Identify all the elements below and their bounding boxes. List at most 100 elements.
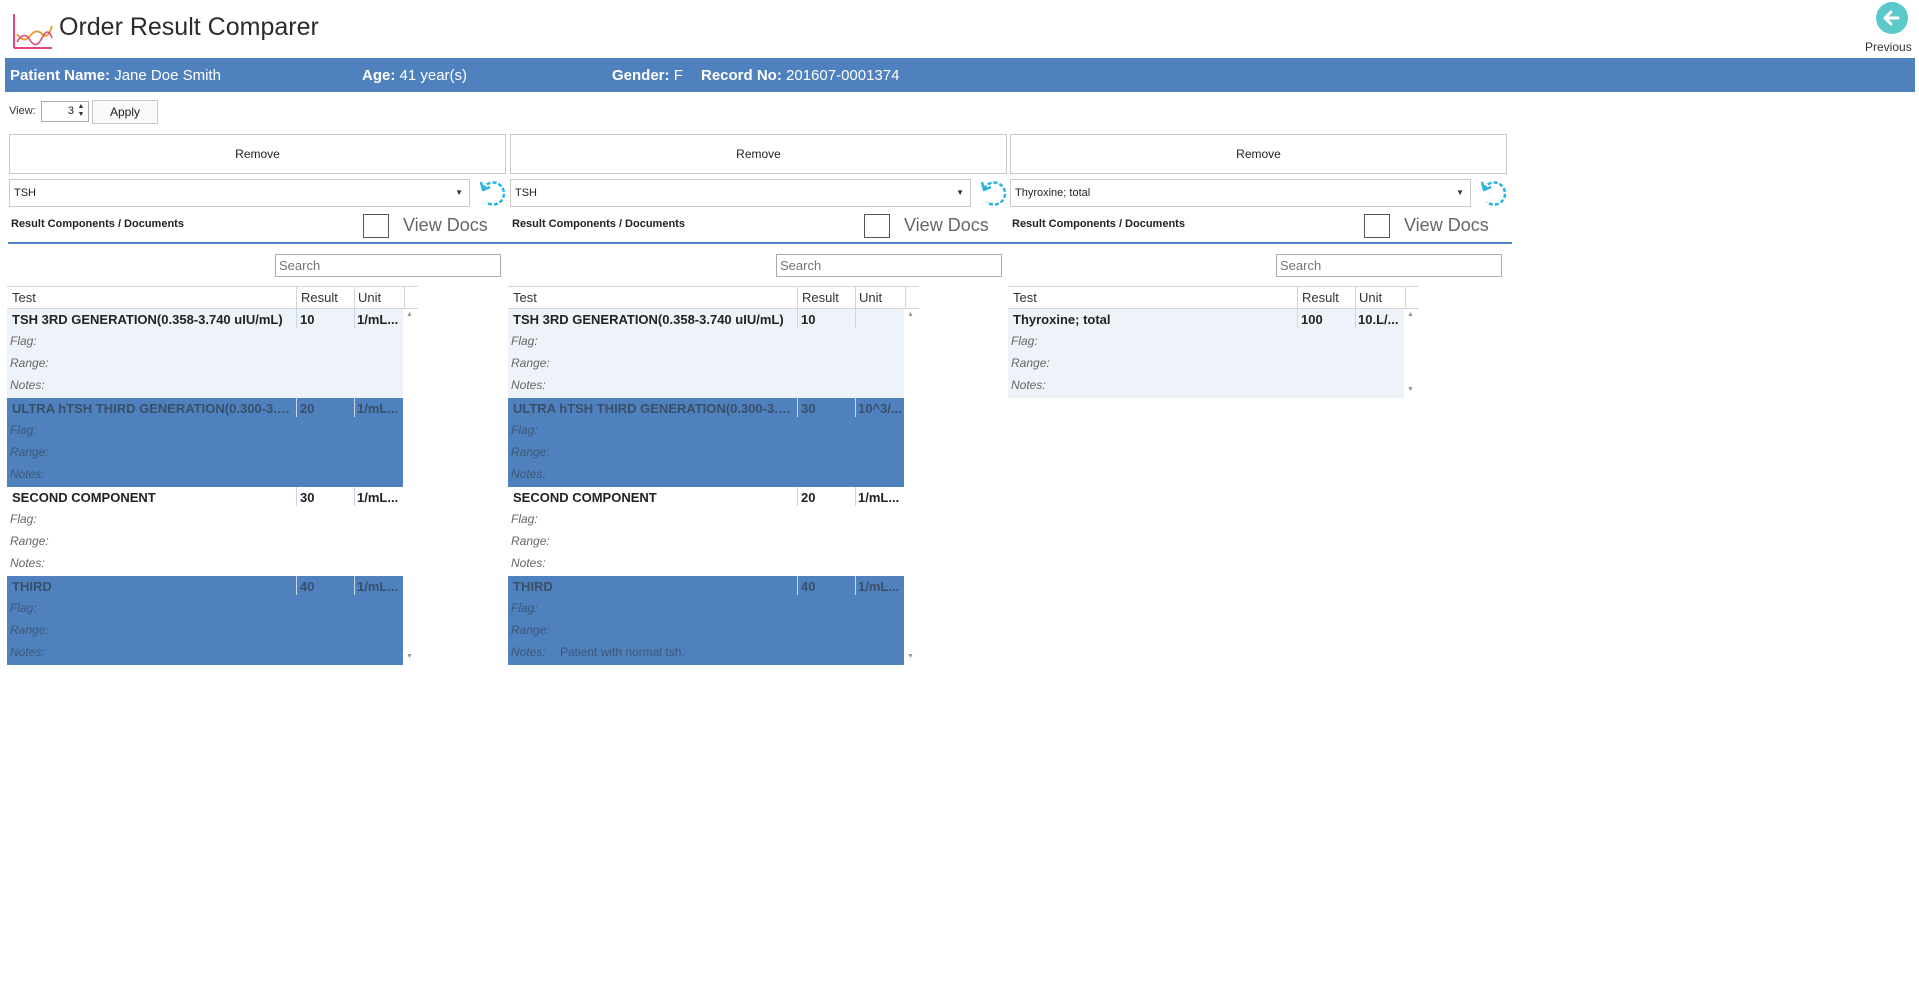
- result-test-name: ULTRA hTSH THIRD GENERATION(0.300-3.000 …: [513, 401, 793, 416]
- scroll-up-icon[interactable]: ▲: [907, 311, 914, 318]
- cell-divider: [855, 576, 856, 595]
- result-test-name: THIRD: [12, 579, 52, 594]
- cell-divider: [797, 576, 798, 595]
- scroll-down-icon[interactable]: ▼: [1407, 386, 1414, 393]
- header-test[interactable]: Test: [1013, 290, 1037, 305]
- dropdown-arrow-icon[interactable]: ▼: [455, 180, 463, 206]
- header-test[interactable]: Test: [12, 290, 36, 305]
- view-docs-checkbox[interactable]: [363, 214, 389, 238]
- results-list: Thyroxine; total 100 10.L/... Flag: Rang…: [1008, 309, 1494, 398]
- header-unit[interactable]: Unit: [358, 290, 381, 305]
- result-unit: 1/mL...: [357, 579, 399, 594]
- cell-divider: [354, 576, 355, 595]
- result-row[interactable]: Thyroxine; total 100 10.L/... Flag: Rang…: [1008, 309, 1404, 398]
- view-docs-checkbox[interactable]: [1364, 214, 1390, 238]
- patient-name: Jane Doe Smith: [114, 67, 221, 84]
- apply-button[interactable]: Apply: [92, 100, 158, 124]
- previous-label: Previous: [1865, 40, 1912, 54]
- result-notes-value: Patient with normal tsh.: [560, 645, 685, 659]
- patient-age-field: Age: 41 year(s): [362, 67, 468, 84]
- cell-divider: [855, 487, 856, 506]
- view-count-stepper[interactable]: 3 ▲ ▼: [41, 101, 89, 122]
- vertical-scrollbar[interactable]: ▲ ▼: [1406, 309, 1418, 398]
- view-count-value[interactable]: 3: [42, 105, 74, 117]
- header-result[interactable]: Result: [802, 290, 839, 305]
- dropdown-arrow-icon[interactable]: ▼: [1456, 180, 1464, 206]
- search-input[interactable]: [776, 254, 1002, 277]
- search-input[interactable]: [275, 254, 501, 277]
- remove-column-button[interactable]: Remove: [1010, 134, 1507, 174]
- result-row[interactable]: TSH 3RD GENERATION(0.358-3.740 uIU/mL) 1…: [508, 309, 904, 398]
- header-divider: [1297, 287, 1298, 309]
- result-row[interactable]: TSH 3RD GENERATION(0.358-3.740 uIU/mL) 1…: [7, 309, 403, 398]
- result-row[interactable]: ULTRA hTSH THIRD GENERATION(0.300-3.000 …: [7, 398, 403, 487]
- header-unit[interactable]: Unit: [1359, 290, 1382, 305]
- header-unit[interactable]: Unit: [859, 290, 882, 305]
- result-flag-label: Flag:: [1011, 334, 1038, 348]
- patient-bar: Patient Name: Jane Doe Smith Age: 41 yea…: [5, 58, 1915, 92]
- results-list: TSH 3RD GENERATION(0.358-3.740 uIU/mL) 1…: [508, 309, 994, 665]
- remove-column-button[interactable]: Remove: [510, 134, 1007, 174]
- result-notes-label: Notes:: [511, 467, 546, 481]
- result-value: 20: [300, 401, 315, 416]
- vertical-scrollbar[interactable]: ▲ ▼: [405, 309, 417, 665]
- result-range-label: Range:: [1011, 356, 1050, 370]
- view-docs-label: View Docs: [403, 215, 488, 235]
- result-row[interactable]: SECOND COMPONENT 30 1/mL... Flag: Range:…: [7, 487, 403, 576]
- search-input[interactable]: [1276, 254, 1502, 277]
- scroll-down-icon[interactable]: ▼: [907, 653, 914, 660]
- result-test-name: TSH 3RD GENERATION(0.358-3.740 uIU/mL): [12, 312, 283, 327]
- cell-divider: [797, 398, 798, 417]
- result-range-label: Range:: [511, 534, 550, 548]
- result-value: 100: [1301, 312, 1323, 327]
- back-arrow-icon[interactable]: [1876, 2, 1908, 34]
- scroll-up-icon[interactable]: ▲: [1407, 311, 1414, 318]
- results-grid: Test Result Unit TSH 3RD GENERATION(0.35…: [508, 286, 1008, 686]
- result-row[interactable]: SECOND COMPONENT 20 1/mL... Flag: Range:…: [508, 487, 904, 576]
- result-test-name: SECOND COMPONENT: [513, 490, 657, 505]
- order-select[interactable]: TSH ▼: [510, 179, 971, 207]
- chart-logo-icon: [13, 14, 53, 49]
- refresh-icon[interactable]: [1478, 177, 1510, 209]
- scroll-up-icon[interactable]: ▲: [406, 311, 413, 318]
- order-select[interactable]: Thyroxine; total ▼: [1010, 179, 1471, 207]
- result-range-label: Range:: [10, 445, 49, 459]
- order-select-value: Thyroxine; total: [1015, 187, 1091, 199]
- header-divider: [855, 287, 856, 309]
- refresh-icon[interactable]: [477, 177, 509, 209]
- result-test-name: Thyroxine; total: [1013, 312, 1111, 327]
- result-value: 20: [801, 490, 816, 505]
- result-flag-label: Flag:: [10, 334, 37, 348]
- compare-column: Remove TSH ▼ Result Components / Documen…: [506, 134, 1012, 694]
- order-select[interactable]: TSH ▼: [9, 179, 470, 207]
- spin-arrows-icon[interactable]: ▲ ▼: [76, 103, 86, 120]
- vertical-scrollbar[interactable]: ▲ ▼: [906, 309, 918, 665]
- patient-gender: F: [673, 67, 683, 84]
- result-row[interactable]: ULTRA hTSH THIRD GENERATION(0.300-3.000 …: [508, 398, 904, 487]
- header-result[interactable]: Result: [301, 290, 338, 305]
- cell-divider: [296, 309, 297, 328]
- compare-column: Remove Thyroxine; total ▼ Result Compone…: [1006, 134, 1512, 694]
- result-row[interactable]: THIRD 40 1/mL... Flag: Range: Notes: Pat…: [508, 576, 904, 665]
- patient-gender-field: Gender: F: [612, 67, 683, 84]
- header-divider: [296, 287, 297, 309]
- header-result[interactable]: Result: [1302, 290, 1339, 305]
- previous-button[interactable]: Previous: [1864, 2, 1919, 56]
- result-notes-label: Notes:: [511, 556, 546, 570]
- header-divider: [797, 287, 798, 309]
- cell-divider: [797, 309, 798, 328]
- results-list: TSH 3RD GENERATION(0.358-3.740 uIU/mL) 1…: [7, 309, 493, 665]
- cell-divider: [1297, 309, 1298, 328]
- header-divider: [1405, 287, 1406, 309]
- dropdown-arrow-icon[interactable]: ▼: [956, 180, 964, 206]
- remove-column-button[interactable]: Remove: [9, 134, 506, 174]
- view-docs-checkbox[interactable]: [864, 214, 890, 238]
- scroll-down-icon[interactable]: ▼: [406, 653, 413, 660]
- result-row[interactable]: THIRD 40 1/mL... Flag: Range: Notes:: [7, 576, 403, 665]
- header-test[interactable]: Test: [513, 290, 537, 305]
- order-select-value: TSH: [14, 187, 36, 199]
- grid-header: Test Result Unit: [508, 286, 919, 309]
- result-notes-label: Notes:: [10, 467, 45, 481]
- result-unit: 10^3/...: [858, 401, 902, 416]
- result-unit: 1/mL...: [357, 490, 399, 505]
